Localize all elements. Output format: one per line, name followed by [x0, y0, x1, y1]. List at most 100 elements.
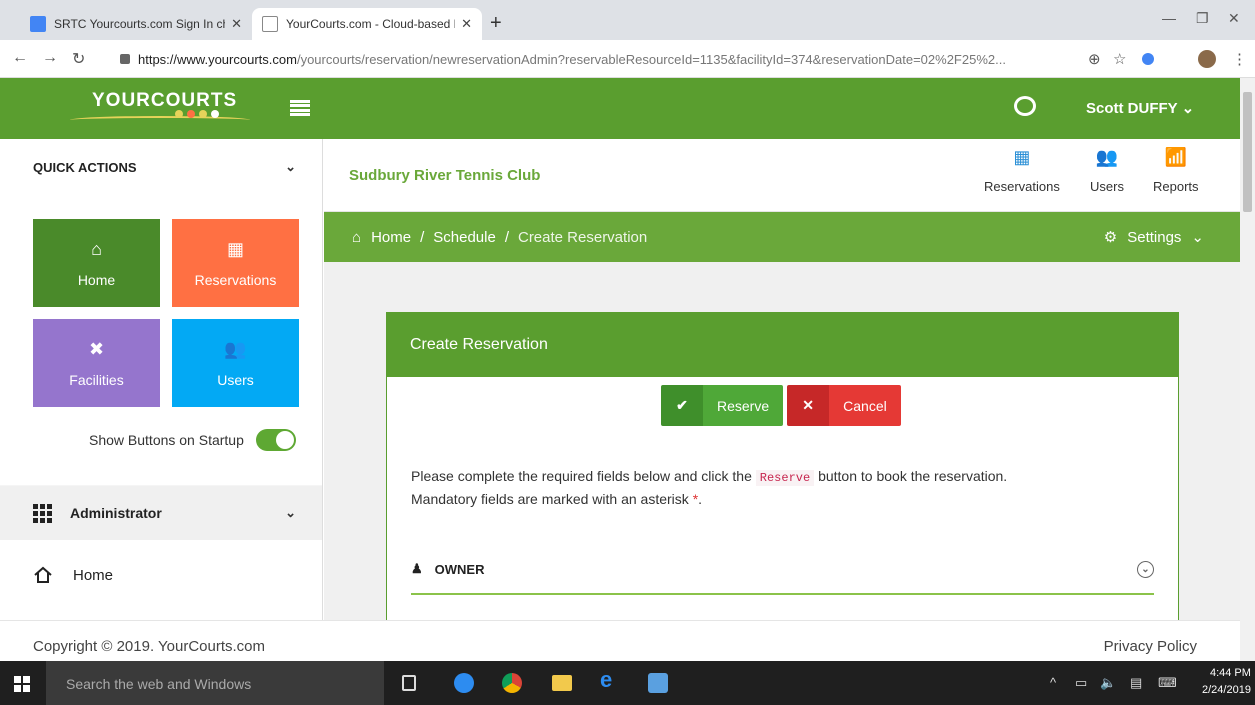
system-clock[interactable]: 4:44 PM 2/24/2019	[1202, 665, 1251, 699]
owner-section-header[interactable]: ♟ OWNER ⌄	[411, 545, 1154, 595]
owner-icon: ♟	[411, 561, 423, 576]
user-menu[interactable]: Scott DUFFY ⌄	[1086, 99, 1194, 117]
file-explorer-icon[interactable]	[552, 675, 572, 691]
chrome-icon[interactable]	[502, 673, 522, 693]
grid-icon	[33, 503, 52, 523]
app-icon[interactable]	[648, 673, 668, 693]
more-menu-icon[interactable]: ⋮	[1232, 50, 1247, 68]
quick-reservations-button[interactable]: ▦ Reservations	[172, 219, 299, 307]
home-icon: ⌂	[91, 238, 102, 259]
settings-label: Settings	[1127, 228, 1182, 246]
reserve-code: Reserve	[755, 470, 815, 486]
quick-reservations-label: Reservations	[194, 271, 277, 288]
reload-icon[interactable]: ↻	[72, 49, 85, 69]
quick-home-label: Home	[77, 271, 116, 288]
browser-tab-srtc[interactable]: SRTC Yourcourts.com Sign In che ✕	[20, 8, 252, 40]
hamburger-menu-icon[interactable]	[290, 100, 310, 116]
edge-icon[interactable]: e	[600, 667, 612, 692]
reserve-button[interactable]: ✔ Reserve	[661, 385, 784, 426]
task-view-icon[interactable]	[402, 675, 416, 691]
quick-home-button[interactable]: ⌂ Home	[33, 219, 160, 307]
mandatory-note: Mandatory fields are marked with an aste…	[411, 491, 689, 507]
close-icon[interactable]: ✕	[231, 16, 242, 32]
address-bar: ← → ↻ https://www.yourcourts.com /yourco…	[0, 40, 1255, 78]
sidebar-menu: Home	[0, 540, 322, 620]
breadcrumb-home[interactable]: Home	[371, 229, 411, 246]
chevron-down-circle-icon[interactable]: ⌄	[1137, 560, 1154, 578]
volume-icon[interactable]: 🔈	[1100, 675, 1116, 691]
users-icon: 👥	[1095, 147, 1119, 167]
url-field[interactable]: https://www.yourcourts.com /yourcourts/r…	[120, 47, 1080, 71]
url-path: /yourcourts/reservation/newreservationAd…	[296, 51, 1006, 67]
app-header: YOURCOURTS Scott DUFFY ⌄	[0, 78, 1240, 139]
page-scrollbar[interactable]	[1240, 78, 1255, 661]
nav-users-label: Users	[1090, 179, 1124, 194]
zoom-icon[interactable]: ⊕	[1088, 50, 1101, 68]
breadcrumb-separator: /	[420, 228, 425, 246]
sidebar-item-home[interactable]: Home	[33, 566, 113, 584]
show-buttons-startup: Show Buttons on Startup	[89, 429, 296, 451]
chevron-down-icon: ⌄	[1181, 100, 1195, 117]
restore-icon[interactable]: ❐	[1196, 10, 1209, 27]
quick-actions-header[interactable]: QUICK ACTIONS ⌄	[0, 139, 322, 195]
owner-label: OWNER	[434, 561, 485, 577]
clock-time: 4:44 PM	[1209, 667, 1251, 679]
breadcrumb: ⌂ Home / Schedule / Create Reservation ⚙…	[324, 212, 1240, 262]
quick-facilities-button[interactable]: ✖ Facilities	[33, 319, 160, 407]
form-instructions: Please complete the required fields belo…	[411, 466, 1007, 510]
cancel-button[interactable]: ✕ Cancel	[787, 385, 901, 426]
nav-users[interactable]: 👥 Users	[1090, 147, 1124, 194]
nav-reports[interactable]: 📶 Reports	[1153, 147, 1199, 194]
logo-swoosh	[70, 116, 250, 124]
privacy-policy-link[interactable]: Privacy Policy	[1104, 638, 1197, 655]
yourcourts-logo[interactable]: YOURCOURTS	[92, 90, 237, 112]
extension-icon[interactable]	[1142, 53, 1154, 65]
browser-tab-yourcourts[interactable]: YourCourts.com - Cloud-based R ✕	[252, 8, 482, 40]
instructions-text: Please complete the required fields belo…	[411, 468, 752, 484]
calendar-icon: ▦	[226, 238, 244, 259]
forward-icon[interactable]: →	[42, 49, 58, 67]
chat-icon[interactable]	[1014, 96, 1036, 116]
minimize-icon[interactable]: —	[1162, 10, 1176, 26]
chevron-up-icon[interactable]: ^	[1050, 675, 1056, 690]
notifications-icon[interactable]: ▤	[1130, 675, 1142, 691]
administrator-section-header[interactable]: Administrator ⌄	[0, 486, 322, 540]
keyboard-icon[interactable]: ⌨	[1158, 675, 1177, 691]
new-tab-button[interactable]: +	[490, 12, 502, 35]
period: .	[698, 491, 703, 507]
administrator-label: Administrator	[70, 505, 162, 521]
logo-dots	[175, 110, 219, 118]
breadcrumb-separator: /	[504, 228, 509, 246]
quick-actions-title: QUICK ACTIONS	[33, 159, 137, 175]
sidebar-item-home-label: Home	[73, 566, 114, 584]
club-name: Sudbury River Tennis Club	[349, 167, 541, 184]
nav-reservations-label: Reservations	[984, 179, 1060, 194]
quick-users-button[interactable]: 👥 Users	[172, 319, 299, 407]
profile-avatar[interactable]	[1198, 50, 1216, 68]
create-reservation-card: Create Reservation ✔ Reserve ✕ Cancel Pl…	[386, 312, 1179, 620]
windows-start-icon[interactable]	[14, 676, 30, 692]
nav-reservations[interactable]: ▦ Reservations	[984, 147, 1060, 194]
main-content: Create Reservation ✔ Reserve ✕ Cancel Pl…	[324, 262, 1240, 620]
windows-taskbar: Search the web and Windows e ^ ▭ 🔈 ▤ ⌨ 4…	[0, 661, 1255, 705]
zoom-app-icon[interactable]	[454, 673, 474, 693]
close-window-icon[interactable]: ✕	[1228, 10, 1240, 27]
battery-icon[interactable]: ▭	[1075, 675, 1087, 691]
copyright: Copyright © 2019. YourCourts.com	[33, 638, 266, 655]
breadcrumb-schedule[interactable]: Schedule	[433, 229, 496, 246]
scrollbar-thumb[interactable]	[1243, 92, 1252, 212]
settings-menu[interactable]: ⚙ Settings ⌄	[1104, 228, 1204, 247]
tools-icon: ✖	[88, 338, 105, 359]
show-buttons-toggle[interactable]	[255, 429, 296, 451]
house-icon	[34, 566, 52, 583]
users-icon: 👥	[224, 338, 247, 359]
sidebar: QUICK ACTIONS ⌄ ⌂ Home ▦ Reservations ✖ …	[0, 139, 323, 620]
star-icon[interactable]: ☆	[1113, 50, 1126, 68]
instructions-text-end: button to book the reservation.	[818, 468, 1008, 484]
yc-favicon-icon	[262, 16, 278, 32]
taskbar-search[interactable]: Search the web and Windows	[46, 661, 384, 705]
form-actions: ✔ Reserve ✕ Cancel	[661, 385, 901, 426]
close-icon[interactable]: ✕	[461, 16, 472, 32]
back-icon[interactable]: ←	[12, 49, 28, 67]
quick-actions-panel: ⌂ Home ▦ Reservations ✖ Facilities 👥 Use…	[0, 195, 322, 485]
